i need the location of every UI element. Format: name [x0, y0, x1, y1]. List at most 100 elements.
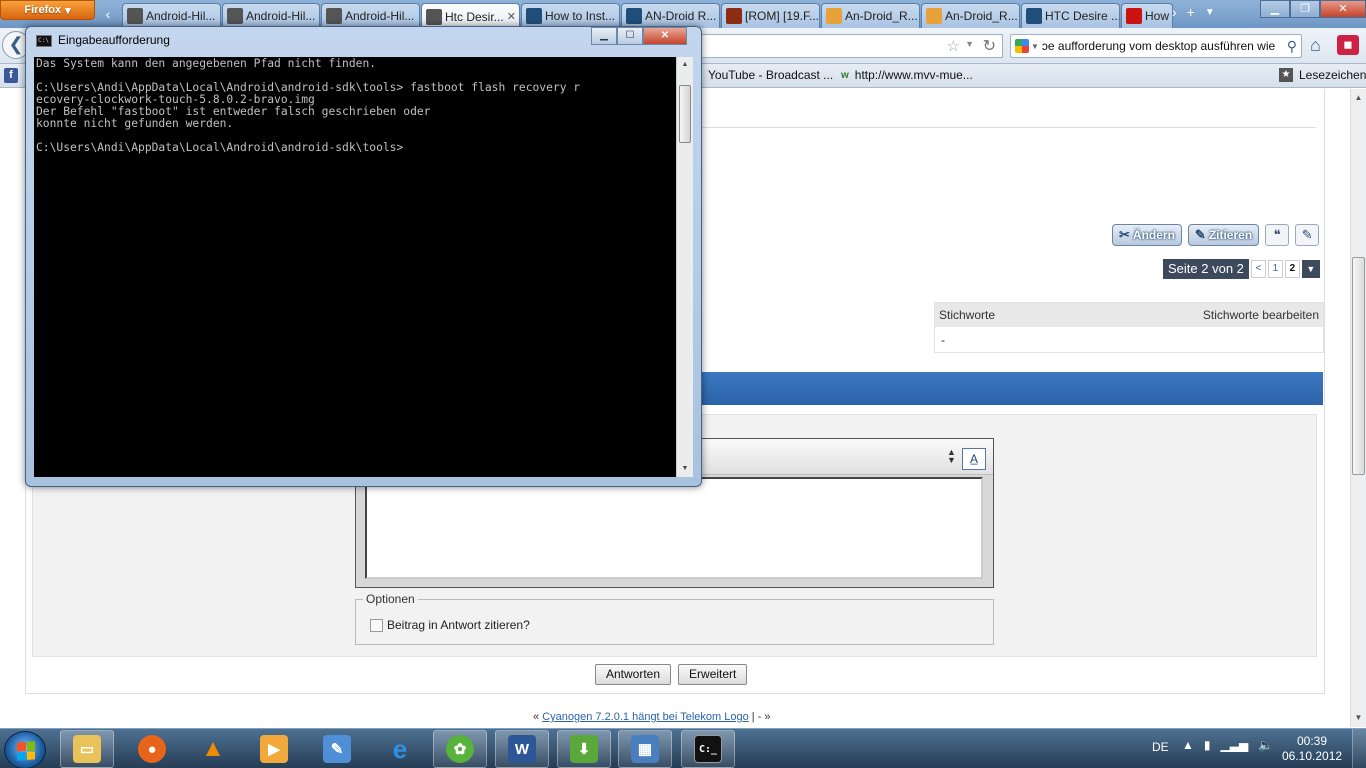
tab[interactable]: An-Droid_R... — [821, 3, 920, 28]
cmd-icon: C:_ — [694, 735, 722, 763]
all-tabs-icon[interactable]: ▼ — [1205, 7, 1215, 20]
start-button[interactable] — [4, 731, 46, 768]
advanced-button[interactable]: Erweitert — [678, 664, 748, 685]
maximize-icon[interactable]: ☐ — [617, 27, 643, 45]
bookmark-mvv[interactable]: w http://www.mvv-mue... — [841, 68, 973, 82]
tab-label: Android-Hil... — [345, 9, 415, 23]
show-desktop-button[interactable] — [1352, 729, 1366, 768]
bookmarks-menu-button[interactable]: ★ Lesezeichen — [1279, 68, 1366, 82]
tab-label: An-Droid_R... — [945, 9, 1018, 23]
search-input[interactable]: ɔe aufforderung vom desktop ausführen wi… — [1042, 39, 1287, 53]
scroll-down-icon[interactable]: ▼ — [1352, 711, 1365, 725]
taskbar-vlc[interactable]: ▲ — [186, 730, 240, 768]
page-link-1[interactable]: 1 — [1267, 260, 1283, 278]
edit-tags-link[interactable]: Stichworte bearbeiten — [1203, 308, 1319, 322]
bookmark-star-icon[interactable]: ☆ — [947, 37, 960, 55]
tab[interactable]: HTC Desire ... — [1021, 3, 1120, 28]
tab-label: How to Inst... — [545, 9, 616, 23]
post-actions: ✂ Ändern ✎ Zitieren ❝ ✎ — [1112, 224, 1320, 246]
font-format-icon[interactable]: A̲ — [962, 448, 986, 470]
scroll-thumb[interactable] — [1352, 257, 1365, 475]
tab-scroll-left-icon[interactable]: ‹ — [100, 5, 116, 23]
xda-icon — [726, 8, 742, 24]
quote-button[interactable]: ✎ Zitieren — [1187, 224, 1260, 246]
tab[interactable]: AN-Droid R... — [621, 3, 720, 28]
close-window-icon[interactable]: ✕ — [643, 27, 687, 45]
quote-checkbox-label: Beitrag in Antwort zitieren? — [387, 618, 530, 632]
scroll-down-icon[interactable]: ▼ — [679, 463, 691, 475]
tab-scroll-right-icon[interactable]: › — [1172, 4, 1177, 20]
page-jump-dropdown-icon[interactable]: ▼ — [1301, 260, 1320, 278]
quote-option[interactable]: Beitrag in Antwort zitieren? — [370, 618, 530, 632]
close-tab-icon[interactable]: ✕ — [507, 10, 516, 23]
icq-icon: ✿ — [446, 735, 474, 763]
tags-box: Stichworte Stichworte bearbeiten - — [934, 302, 1324, 353]
tab[interactable]: [ROM] [19.F... — [721, 3, 820, 28]
home-icon[interactable]: ⌂ — [1310, 35, 1321, 56]
page-label: Seite 2 von 2 — [1163, 259, 1249, 279]
clock[interactable]: 00:39 06.10.2012 — [1282, 734, 1342, 764]
scroll-up-icon[interactable]: ▲ — [679, 59, 691, 71]
edit-button[interactable]: ✂ Ändern — [1112, 224, 1182, 246]
close-window-icon[interactable]: ✕ — [1320, 0, 1366, 18]
scroll-up-icon[interactable]: ▲ — [1352, 91, 1365, 105]
prev-page-link[interactable]: < — [1250, 260, 1266, 278]
reply-textarea[interactable] — [365, 477, 983, 579]
url-history-dropdown-icon[interactable]: ▼ — [965, 39, 974, 49]
tags-value: - — [941, 333, 945, 347]
command-prompt-window: C:\ Eingabeaufforderung ▁ ☐ ✕ Das System… — [25, 26, 702, 487]
word-icon: W — [508, 735, 536, 763]
taskbar-word[interactable]: W — [495, 730, 549, 768]
tab[interactable]: Android-Hil... — [122, 3, 221, 28]
reload-icon[interactable]: ↻ — [983, 36, 996, 56]
tab[interactable]: Android-Hil... — [321, 3, 420, 28]
new-tab-icon[interactable]: + — [1187, 4, 1195, 20]
tab[interactable]: How to Inst... — [521, 3, 620, 28]
firefox-menu-button[interactable]: Firefox ▾ — [0, 0, 95, 20]
un-icon — [626, 8, 642, 24]
volume-icon[interactable]: 🔈 — [1258, 738, 1273, 752]
reply-button[interactable]: Antworten — [595, 664, 672, 685]
note-icon[interactable]: ✎ — [1295, 224, 1320, 246]
scroll-thumb[interactable] — [679, 85, 691, 143]
tab[interactable]: An-Droid_R... — [921, 3, 1020, 28]
search-bar[interactable]: ▼ ɔe aufforderung vom desktop ausführen … — [1010, 34, 1302, 58]
language-indicator[interactable]: DE — [1152, 740, 1169, 754]
taskbar-paint[interactable]: ✎ — [310, 730, 364, 768]
console-output[interactable]: Das System kann den angegebenen Pfad nic… — [34, 57, 676, 477]
minimize-icon[interactable]: ▁ — [1260, 0, 1290, 18]
search-engine-dropdown-icon[interactable]: ▼ — [1031, 42, 1039, 51]
taskbar-cmd[interactable]: C:_ — [681, 730, 735, 768]
tab[interactable]: How — [1121, 3, 1173, 28]
thread-nav-separator: | - — [751, 711, 762, 723]
quote-checkbox[interactable] — [370, 618, 383, 632]
google-icon[interactable] — [1015, 39, 1029, 53]
restore-icon[interactable]: ❐ — [1290, 0, 1320, 18]
addon-icon[interactable]: ◼ — [1337, 35, 1359, 55]
facebook-icon[interactable]: f — [4, 68, 18, 83]
pagination: Seite 2 von 2 < 1 2 ▼ — [1163, 259, 1320, 279]
taskbar-explorer[interactable]: ▭ — [60, 730, 114, 768]
taskbar: ▭ ● ▲ ▶ ✎ e ✿ W ⬇ ▦ C:_ DE ▲ ▮ ▁▃▅ 🔈 00:… — [0, 728, 1366, 768]
taskbar-icq[interactable]: ✿ — [433, 730, 487, 768]
taskbar-internet-explorer[interactable]: e — [373, 730, 427, 768]
vlc-icon: ▲ — [201, 735, 225, 762]
show-hidden-icons-icon[interactable]: ▲ — [1182, 738, 1194, 752]
minimize-icon[interactable]: ▁ — [591, 27, 617, 45]
bookmark-youtube[interactable]: YouTube - Broadcast ... — [708, 68, 833, 82]
device-icon[interactable]: ▮ — [1204, 738, 1211, 752]
search-icon[interactable]: ⚲ — [1287, 38, 1297, 55]
taskbar-download[interactable]: ⬇ — [557, 730, 611, 768]
taskbar-control-panel[interactable]: ▦ — [618, 730, 672, 768]
taskbar-media-player[interactable]: ▶ — [247, 730, 301, 768]
tab[interactable]: Android-Hil... — [222, 3, 320, 28]
prev-thread-link[interactable]: Cyanogen 7.2.0.1 hängt bei Telekom Logo — [542, 711, 749, 723]
network-signal-icon[interactable]: ▁▃▅ — [1221, 738, 1249, 752]
resize-arrows-icon[interactable]: ▲ ▼ — [947, 448, 956, 465]
tab-controls: › + ▼ — [1172, 4, 1215, 20]
console-scrollbar[interactable]: ▲ ▼ — [676, 57, 693, 477]
url-bar[interactable]: ☆ ▼ ↻ — [700, 34, 1003, 58]
page-scrollbar[interactable]: ▲ ▼ — [1350, 89, 1366, 727]
taskbar-firefox[interactable]: ● — [125, 730, 179, 768]
multi-quote-icon[interactable]: ❝ — [1265, 224, 1290, 246]
